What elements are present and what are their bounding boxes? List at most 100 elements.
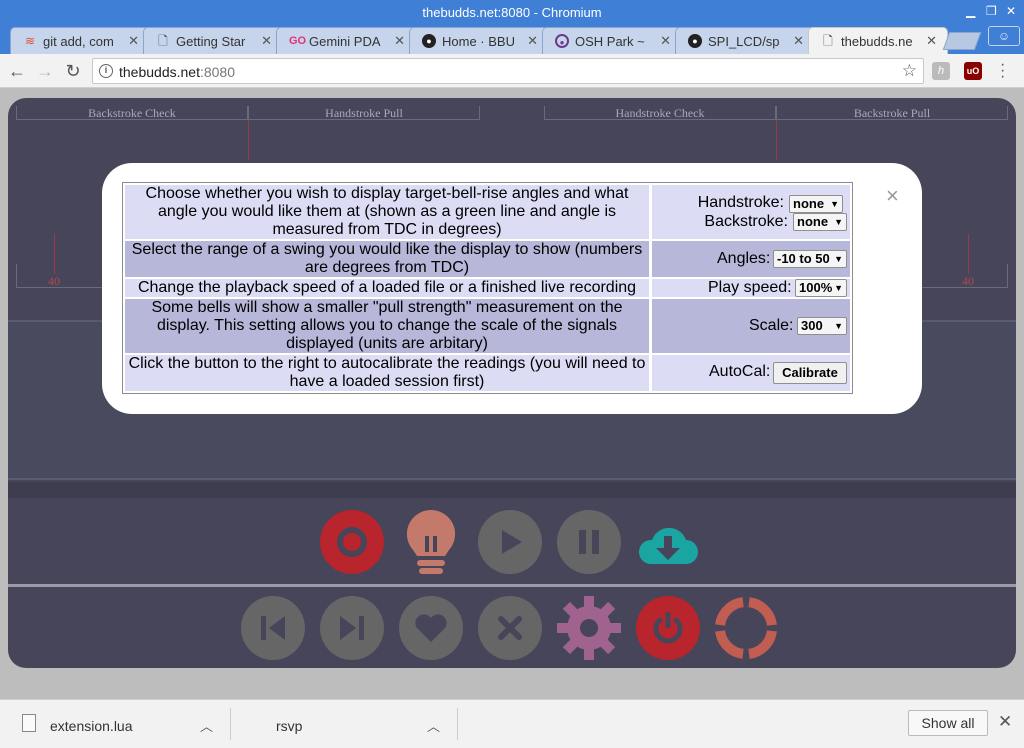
setting-control: Scale: 300 ▼ — [652, 299, 850, 353]
file-icon — [22, 714, 36, 732]
dropdown-arrow-icon: ▼ — [834, 254, 843, 264]
record-button[interactable] — [320, 510, 384, 574]
settings-button[interactable] — [557, 596, 621, 660]
cancel-button[interactable] — [478, 596, 542, 660]
download-button[interactable] — [636, 510, 700, 574]
tab-close-icon[interactable]: ✕ — [926, 33, 937, 49]
download-name: rsvp — [276, 718, 303, 734]
browser-toolbar: ← → ↻ i thebudds.net:8080 ☆ h uO · · · — [0, 54, 1024, 88]
reload-icon[interactable]: ↻ — [62, 60, 84, 82]
play-speed-label: Play speed: — [708, 279, 792, 296]
gear-icon — [557, 596, 621, 660]
tab-close-icon[interactable]: ✕ — [660, 33, 671, 49]
tick-label-right: 40 — [962, 274, 974, 288]
header-handstroke-check: Handstroke Check — [544, 106, 776, 120]
window-title: thebudds.net:8080 - Chromium — [422, 5, 602, 20]
download-name: extension.lua — [50, 718, 133, 734]
ublock-icon[interactable]: uO — [964, 62, 982, 80]
osh-park-icon: ● — [555, 34, 569, 48]
handstroke-select[interactable]: none ▼ — [789, 195, 843, 213]
tab-label: Gemini PDA — [309, 34, 381, 49]
new-tab-button[interactable] — [942, 32, 982, 50]
tab-git-add[interactable]: ≋ git add, com ✕ — [10, 27, 150, 54]
scale-select[interactable]: 300 ▼ — [797, 317, 847, 335]
bulb-button[interactable] — [399, 508, 463, 574]
play-button[interactable] — [478, 510, 542, 574]
backstroke-select[interactable]: none ▼ — [793, 213, 847, 231]
skip-back-button[interactable] — [241, 596, 305, 660]
power-icon — [653, 612, 683, 644]
x-icon — [498, 616, 522, 640]
backstroke-value: none — [797, 214, 829, 229]
extension-h-icon[interactable]: h — [932, 62, 950, 80]
heart-button[interactable] — [399, 596, 463, 660]
tab-strip: ≋ git add, com ✕ 🗋 Getting Star ✕ GO Gem… — [0, 24, 1024, 54]
play-speed-value: 100% — [799, 280, 833, 295]
angles-select[interactable]: -10 to 50 ▼ — [773, 250, 847, 268]
menu-icon[interactable]: · · · — [1000, 57, 1005, 85]
show-all-button[interactable]: Show all — [908, 710, 988, 736]
tab-gemini-pda[interactable]: GO Gemini PDA ✕ — [276, 27, 416, 54]
marker-line — [248, 120, 249, 160]
tab-close-icon[interactable]: ✕ — [527, 33, 538, 49]
divider — [457, 708, 458, 740]
modal-close-icon[interactable]: × — [886, 185, 899, 207]
close-window-icon[interactable]: ✕ — [1006, 4, 1016, 18]
forward-arrow-icon[interactable]: → — [34, 60, 56, 82]
skip-forward-icon — [340, 616, 364, 640]
marker-line — [776, 120, 777, 160]
bookmark-star-icon[interactable]: ☆ — [902, 61, 917, 81]
angles-label: Angles: — [717, 250, 771, 267]
skip-forward-button[interactable] — [320, 596, 384, 660]
handstroke-value: none — [793, 196, 825, 211]
tab-osh-park[interactable]: ● OSH Park ~ ✕ — [542, 27, 682, 54]
scale-label: Scale: — [749, 317, 794, 334]
document-icon: 🗋 — [823, 34, 833, 48]
close-shelf-icon[interactable]: ✕ — [998, 712, 1012, 732]
angles-value: -10 to 50 — [777, 251, 830, 266]
download-item[interactable]: extension.lua ︿ — [0, 700, 230, 748]
pause-button[interactable] — [557, 510, 621, 574]
control-separator — [8, 584, 1016, 587]
tab-label: Getting Star — [176, 34, 246, 49]
address-bar[interactable]: i thebudds.net:8080 ☆ — [92, 58, 924, 84]
setting-description: Some bells will show a smaller "pull str… — [125, 299, 649, 353]
settings-row-scale: Some bells will show a smaller "pull str… — [125, 299, 850, 353]
minimize-icon[interactable]: ▁ — [966, 4, 975, 18]
tab-close-icon[interactable]: ✕ — [261, 33, 272, 49]
header-handstroke-pull: Handstroke Pull — [248, 106, 480, 120]
handstroke-label: Handstroke: — [697, 194, 784, 211]
maximize-icon[interactable]: ❐ — [986, 4, 997, 18]
tab-thebudds[interactable]: 🗋 thebudds.ne ✕ — [808, 27, 948, 54]
dropdown-arrow-icon: ▼ — [834, 283, 843, 293]
document-icon: 🗋 — [158, 34, 168, 48]
lifebuoy-icon — [715, 597, 777, 659]
tab-label: OSH Park ~ — [575, 34, 645, 49]
page-viewport: Backstroke Check Handstroke Pull Handstr… — [0, 89, 1024, 699]
setting-description: Choose whether you wish to display targe… — [125, 185, 649, 239]
tick-label-left: 40 — [48, 274, 60, 288]
back-arrow-icon[interactable]: ← — [6, 60, 28, 82]
play-speed-select[interactable]: 100% ▼ — [795, 279, 847, 297]
download-item[interactable]: rsvp ︿ — [231, 700, 457, 748]
chevron-up-icon[interactable]: ︿ — [200, 716, 213, 735]
profile-icon[interactable]: ☺ — [988, 26, 1020, 46]
info-icon[interactable]: i — [99, 64, 113, 78]
power-button[interactable] — [636, 596, 700, 660]
divider-strip — [8, 482, 1016, 498]
chevron-up-icon[interactable]: ︿ — [427, 716, 440, 735]
cloud-download-icon — [638, 527, 698, 564]
tab-close-icon[interactable]: ✕ — [394, 33, 405, 49]
tab-spi-lcd[interactable]: ● SPI_LCD/sp ✕ — [675, 27, 815, 54]
settings-row-angles: Select the range of a swing you would li… — [125, 241, 850, 277]
help-button[interactable] — [714, 596, 778, 660]
calibrate-button[interactable]: Calibrate — [773, 362, 847, 384]
setting-description: Change the playback speed of a loaded fi… — [125, 279, 649, 297]
setting-description: Select the range of a swing you would li… — [125, 241, 649, 277]
tab-getting-started[interactable]: 🗋 Getting Star ✕ — [143, 27, 283, 54]
settings-table: Choose whether you wish to display targe… — [122, 182, 853, 394]
backstroke-label: Backstroke: — [704, 213, 788, 230]
tab-close-icon[interactable]: ✕ — [793, 33, 804, 49]
tab-close-icon[interactable]: ✕ — [128, 33, 139, 49]
tab-home-bbu[interactable]: ● Home · BBU ✕ — [409, 27, 549, 54]
